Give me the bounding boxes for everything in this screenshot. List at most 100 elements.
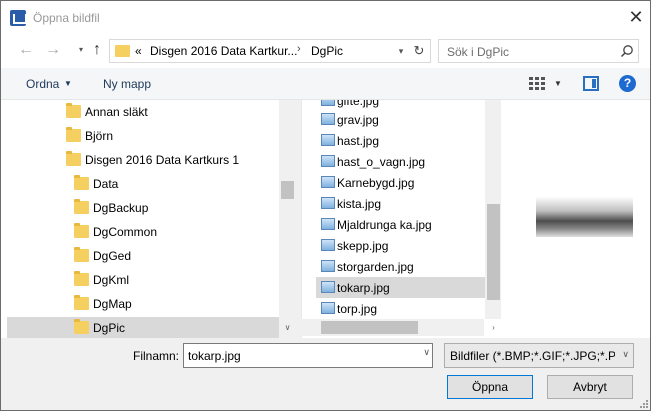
search-icon[interactable]: [620, 44, 634, 58]
image-file-icon: [321, 260, 335, 272]
tree-item[interactable]: DgBackup: [7, 197, 279, 219]
close-icon[interactable]: ✕: [627, 7, 645, 27]
back-arrow-icon[interactable]: ←: [17, 41, 35, 59]
file-item[interactable]: hast_o_vagn.jpg: [316, 151, 486, 172]
tree-item[interactable]: Annan släkt: [7, 101, 279, 123]
file-list-scrollbar[interactable]: ›: [485, 100, 501, 332]
file-name: Mjaldrunga ka.jpg: [337, 218, 432, 232]
open-button[interactable]: Öppna: [447, 375, 533, 399]
folder-icon: [74, 295, 89, 310]
file-list-horizontal-scrollbar[interactable]: [301, 319, 484, 336]
filename-input[interactable]: tokarp.jpg ∨: [183, 343, 433, 368]
file-item-selected[interactable]: tokarp.jpg: [316, 277, 486, 298]
tree-item[interactable]: Björn: [7, 125, 279, 147]
help-icon[interactable]: ?: [619, 75, 636, 92]
image-file-icon: [321, 218, 335, 230]
scroll-right-arrow-icon[interactable]: ›: [485, 319, 501, 336]
preview-pane: [501, 100, 650, 338]
tree-item-label: DgKml: [93, 273, 130, 287]
file-item[interactable]: storgarden.jpg: [316, 256, 486, 277]
cancel-button[interactable]: Avbryt: [547, 375, 633, 399]
tree-item[interactable]: Data: [7, 173, 279, 195]
filename-dropdown-icon[interactable]: ∨: [423, 347, 430, 358]
forward-arrow-icon[interactable]: →: [44, 41, 62, 59]
file-name: torp.jpg: [337, 302, 378, 316]
tree-item-label: DgGed: [93, 249, 132, 263]
image-file-icon: [321, 134, 335, 146]
tree-item-label: DgMap: [93, 297, 132, 311]
image-file-icon: [321, 239, 335, 251]
filename-value[interactable]: tokarp.jpg: [188, 349, 241, 363]
folder-icon: [66, 127, 81, 142]
horizontal-scrollbar-thumb[interactable]: [321, 321, 418, 334]
up-arrow-icon[interactable]: ↑: [88, 41, 106, 59]
file-name: kista.jpg: [337, 197, 382, 211]
organize-button[interactable]: Ordna: [26, 77, 59, 91]
file-item[interactable]: Mjaldrunga ka.jpg: [316, 214, 486, 235]
resize-grip-icon[interactable]: [639, 399, 649, 409]
tree-item[interactable]: DgKml: [7, 269, 279, 291]
image-preview: [536, 197, 633, 237]
tree-item-label: Annan släkt: [85, 105, 148, 119]
search-input[interactable]: Sök i DgPic: [438, 39, 639, 63]
file-name: storgarden.jpg: [337, 260, 414, 274]
image-file-icon: [321, 197, 335, 209]
tree-item-label: Disgen 2016 Data Kartkurs 1: [85, 153, 240, 167]
app-icon: [10, 10, 27, 26]
tree-item[interactable]: DgMap: [7, 293, 279, 315]
tree-item-selected[interactable]: DgPic: [7, 317, 279, 338]
address-bar[interactable]: « Disgen 2016 Data Kartkur... › DgPic ▾ …: [109, 39, 431, 63]
folder-icon: [115, 45, 130, 57]
file-item[interactable]: grav.jpg: [316, 109, 486, 130]
file-name: hast_o_vagn.jpg: [337, 155, 426, 169]
file-name: grav.jpg: [337, 113, 379, 127]
breadcrumb-dgpic[interactable]: DgPic: [311, 44, 343, 58]
image-file-icon: [321, 176, 335, 188]
file-item[interactable]: Karnebygd.jpg: [316, 172, 486, 193]
image-file-icon: [321, 113, 335, 125]
folder-icon: [74, 247, 89, 262]
file-name: gifte.jpg: [337, 100, 380, 108]
preview-pane-icon[interactable]: [583, 76, 599, 91]
file-name: skepp.jpg: [337, 239, 389, 253]
tree-item-label: Björn: [85, 129, 114, 143]
tree-item[interactable]: Disgen 2016 Data Kartkurs 1: [7, 149, 279, 171]
filename-label: Filnamn:: [133, 349, 180, 363]
file-item[interactable]: skepp.jpg: [316, 235, 486, 256]
file-name: Karnebygd.jpg: [337, 176, 415, 190]
folder-icon: [66, 151, 81, 166]
folder-icon: [74, 271, 89, 286]
file-type-filter[interactable]: Bildfiler (*.BMP;*.GIF;*.JPG;*.PC ∨: [444, 343, 634, 368]
new-folder-button[interactable]: Ny mapp: [103, 77, 151, 91]
file-list: gifte.jpg grav.jpg hast.jpg hast_o_vagn.…: [301, 100, 501, 338]
view-options-icon[interactable]: [529, 77, 545, 91]
tree-item-label: DgBackup: [93, 201, 149, 215]
tree-item-label: DgCommon: [93, 225, 158, 239]
tree-item-label: DgPic: [93, 321, 126, 335]
image-file-icon: [321, 155, 335, 167]
window-title: Öppna bildfil: [33, 11, 100, 25]
tree-scrollbar-thumb[interactable]: [281, 181, 294, 199]
folder-icon: [74, 175, 89, 190]
title-bar: Öppna bildfil ✕: [1, 1, 650, 34]
folder-icon: [74, 199, 89, 214]
scroll-down-arrow-icon[interactable]: ∨: [279, 319, 296, 336]
tree-item[interactable]: DgCommon: [7, 221, 279, 243]
breadcrumb-separator-icon[interactable]: ›: [297, 43, 301, 55]
folder-icon: [74, 319, 89, 334]
folder-icon: [66, 103, 81, 118]
organize-dropdown-icon[interactable]: ▼: [64, 79, 72, 88]
command-bar: Ordna ▼ Ny mapp ▼ ?: [1, 68, 650, 100]
file-list-scrollbar-thumb[interactable]: [487, 204, 500, 300]
file-item[interactable]: torp.jpg: [316, 298, 486, 319]
file-item[interactable]: hast.jpg: [316, 130, 486, 151]
breadcrumb-disgen[interactable]: Disgen 2016 Data Kartkur...: [150, 44, 297, 58]
tree-scrollbar[interactable]: ∨: [279, 100, 296, 338]
address-overflow[interactable]: «: [135, 44, 142, 58]
file-item[interactable]: kista.jpg: [316, 193, 486, 214]
tree-item[interactable]: DgGed: [7, 245, 279, 267]
view-dropdown-icon[interactable]: ▼: [554, 79, 562, 88]
file-type-filter-value: Bildfiler (*.BMP;*.GIF;*.JPG;*.PC: [450, 349, 615, 363]
refresh-icon[interactable]: ↻: [408, 42, 430, 60]
filter-dropdown-icon[interactable]: ∨: [622, 349, 629, 360]
